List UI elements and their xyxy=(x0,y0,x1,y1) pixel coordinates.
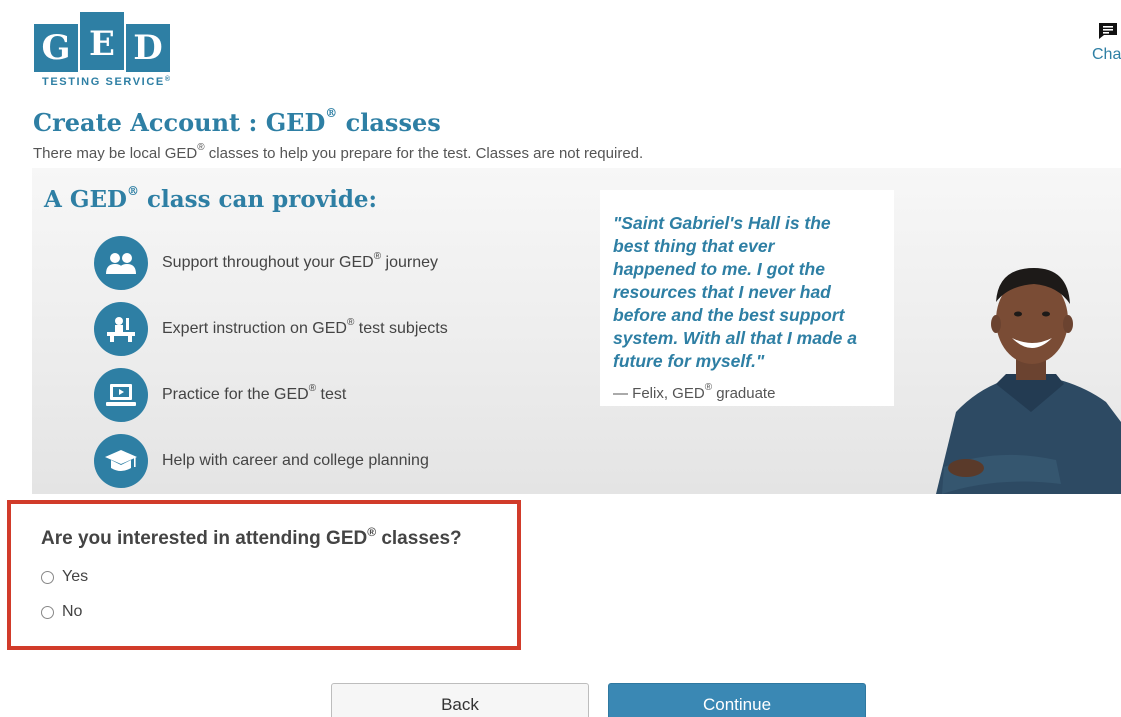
benefit-text: Practice for the GED® test xyxy=(162,383,347,403)
ged-logo[interactable]: G E D TESTING SERVICE® xyxy=(32,6,174,92)
graduation-cap-icon xyxy=(94,434,148,488)
teacher-desk-icon xyxy=(94,302,148,356)
benefit-text: Help with career and college planning xyxy=(162,452,429,469)
chat-label: Cha xyxy=(1092,46,1121,63)
graduate-photo xyxy=(936,268,1121,494)
logo-letter-d: D xyxy=(126,24,170,72)
radio-label: Yes xyxy=(62,568,89,585)
radio-button[interactable] xyxy=(41,605,54,619)
logo-letters: G E D xyxy=(34,12,172,72)
quote-attribution: — Felix, GED® graduate xyxy=(613,382,776,402)
people-icon xyxy=(94,236,148,290)
testimonial-quote: "Saint Gabriel's Hall is the best thing … xyxy=(600,190,894,406)
create-account-page: G E D TESTING SERVICE® Cha Create Accoun… xyxy=(0,0,1121,717)
benefit-practice: Practice for the GED® test xyxy=(94,368,346,422)
logo-letter-e: E xyxy=(80,12,124,70)
radio-label: No xyxy=(62,603,83,620)
chat-icon xyxy=(1099,23,1117,39)
logo-subtitle: TESTING SERVICE® xyxy=(42,76,172,88)
computer-icon xyxy=(94,368,148,422)
logo-letter-g: G xyxy=(34,24,78,72)
radio-option-yes[interactable]: Yes xyxy=(41,568,88,586)
page-subtitle: There may be local GED® classes to help … xyxy=(33,142,644,162)
benefit-planning: Help with career and college planning xyxy=(94,434,429,488)
benefit-text: Support throughout your GED® journey xyxy=(162,251,438,271)
benefit-support: Support throughout your GED® journey xyxy=(94,236,438,290)
benefits-banner: A GED® class can provide: Support throug… xyxy=(32,168,1121,494)
benefit-text: Expert instruction on GED® test subjects xyxy=(162,317,448,337)
radio-option-no[interactable]: No xyxy=(41,603,82,621)
classes-question-group: Are you interested in attending GED® cla… xyxy=(7,500,521,650)
continue-button[interactable]: Continue xyxy=(608,683,866,717)
benefit-instruction: Expert instruction on GED® test subjects xyxy=(94,302,448,356)
page-title: Create Account : GED® classes xyxy=(33,106,441,137)
back-button[interactable]: Back xyxy=(331,683,589,717)
radio-button[interactable] xyxy=(41,570,54,584)
chat-button[interactable]: Cha xyxy=(1092,22,1121,64)
question-label: Are you interested in attending GED® cla… xyxy=(41,525,462,549)
banner-title: A GED® class can provide: xyxy=(44,184,378,213)
quote-text: "Saint Gabriel's Hall is the best thing … xyxy=(613,213,857,371)
